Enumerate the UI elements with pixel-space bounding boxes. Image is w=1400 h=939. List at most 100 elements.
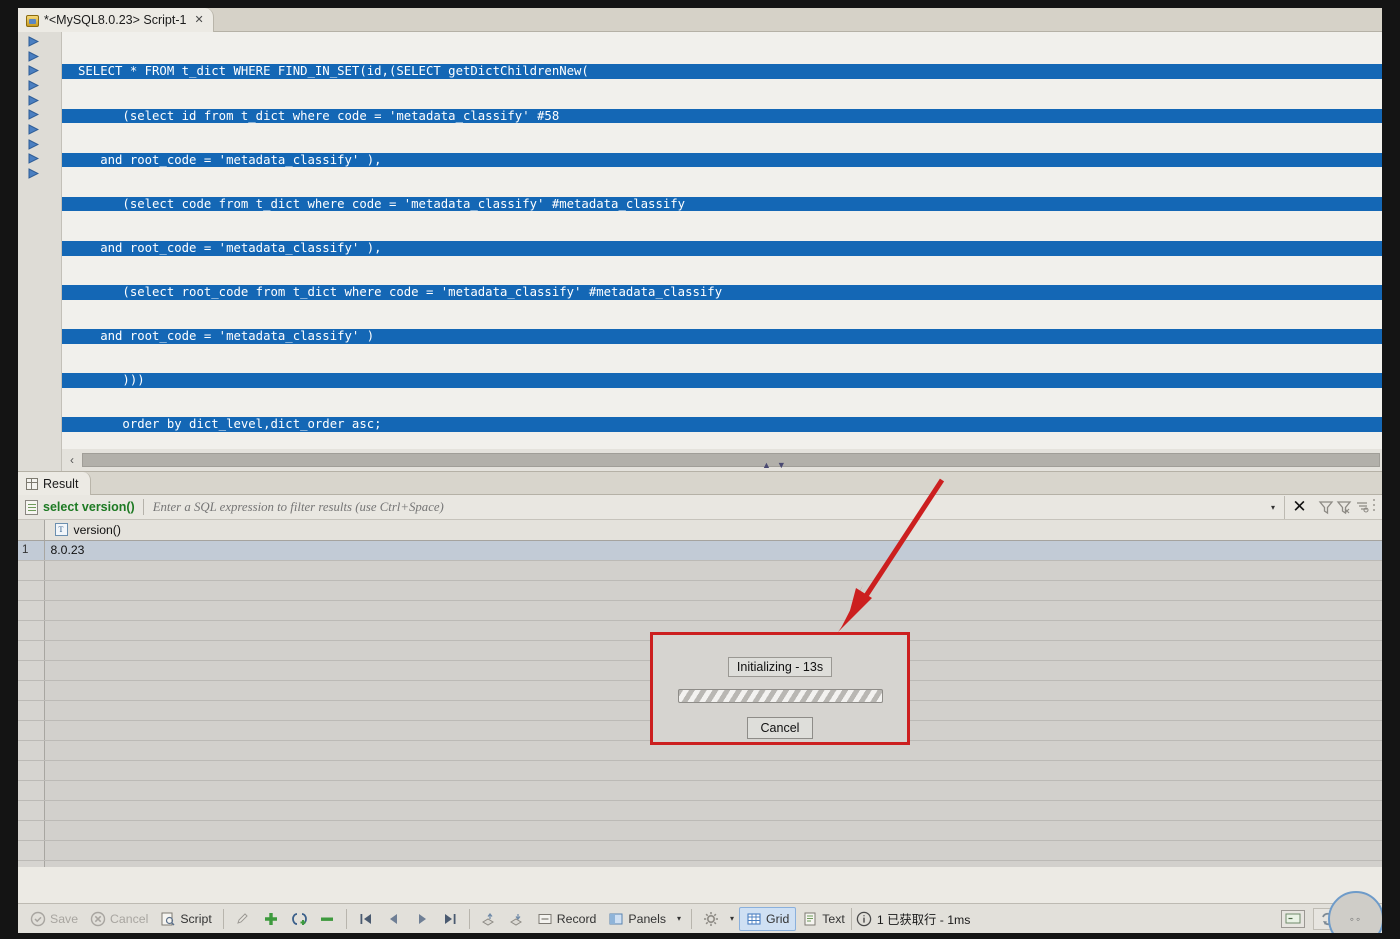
execute-statement-icon[interactable] [28,137,39,152]
dbeaver-window: *<MySQL8.0.23> Script-1 ✕ SELECT * FROM … [18,8,1382,933]
delete-row-icon [320,917,333,921]
tab-label: *<MySQL8.0.23> Script-1 [44,13,187,27]
next-page-icon [418,913,426,924]
delete-row-button[interactable] [313,907,341,931]
status-text: 1 已获取行 - 1ms [876,912,971,927]
first-page-button[interactable] [352,907,380,931]
cancel-button[interactable]: Cancel [84,907,154,931]
collapse-up-icon[interactable]: ▲ [762,460,771,470]
avatar[interactable]: ◦◦ [1328,891,1382,933]
close-icon[interactable]: ✕ [194,13,203,26]
record-panel-icon [538,913,552,924]
table-row-empty[interactable] [18,560,1382,581]
table-header-row: T version() [18,520,1382,541]
divider [222,908,224,929]
import-data-icon [481,912,494,926]
execute-statement-icon[interactable] [28,152,39,167]
more-vertical-icon[interactable] [1372,497,1376,518]
editor-horizontal-scrollbar[interactable]: ‹ [62,449,1382,471]
search-input[interactable] [143,498,1262,516]
table-row-empty[interactable] [18,600,1382,621]
table-row-empty[interactable] [18,800,1382,821]
selected-sql-line: ))) [62,373,1382,388]
previous-page-button[interactable] [380,907,408,931]
editor-collapse-controls[interactable]: ▲ ▼ [762,460,786,470]
result-filter-bar: select version() ▾ ✕ [18,495,1382,520]
collapse-down-icon[interactable]: ▼ [777,460,786,470]
info-icon [856,911,872,926]
save-label: Save [50,911,79,926]
value-panel-icon [1285,913,1301,924]
execute-statement-icon[interactable] [28,107,39,122]
chevron-down-icon[interactable]: ▾ [672,914,686,923]
cell-version[interactable]: 8.0.23 [44,540,1382,561]
export-data-button[interactable] [503,907,531,931]
save-button[interactable]: Save [24,907,84,931]
funnel-icon[interactable] [1318,499,1334,515]
table-row-empty[interactable] [18,860,1382,867]
value-panel-button[interactable] [1281,909,1306,928]
next-page-button[interactable] [408,907,436,931]
grid-view-label: Grid [766,911,790,926]
progress-status-label: Initializing - 13s [727,657,833,677]
scroll-left-icon[interactable]: ‹ [62,453,82,467]
active-query-label[interactable]: select version() [43,500,143,514]
export-data-icon [509,913,522,926]
selected-sql-line: SELECT * FROM t_dict WHERE FIND_IN_SET(i… [62,64,1382,80]
execute-statement-icon[interactable] [28,49,39,64]
panels-label: Panels [628,911,667,926]
execute-statement-icon[interactable] [28,34,39,49]
table-row-empty[interactable] [18,780,1382,801]
record-button[interactable]: Record [531,907,603,931]
save-check-icon [30,911,46,926]
add-row-button[interactable] [257,907,285,931]
selected-sql-line: (select root_code from t_dict where code… [62,284,1382,300]
table-row[interactable]: 1 8.0.23 [18,540,1382,561]
text-view-button[interactable]: Text [796,907,851,931]
sql-doc-icon [25,499,38,515]
chevron-down-icon[interactable]: ▾ [1262,496,1284,519]
tab-sql-script[interactable]: *<MySQL8.0.23> Script-1 ✕ [18,8,214,32]
edit-cell-button[interactable] [229,907,257,931]
tab-result[interactable]: Result [18,472,92,495]
filter-settings-icon[interactable] [1354,499,1370,515]
status-bar: 1 已获取行 - 1ms [850,907,971,930]
column-header-version[interactable]: T version() [44,520,1382,541]
result-toolbar: Save Cancel Script Record Panels ▾ ▾ Gri… [18,891,1382,933]
cancel-label: Cancel [110,911,149,926]
duplicate-row-button[interactable] [285,907,313,931]
grid-view-button[interactable]: Grid [739,906,797,931]
scrollbar-thumb[interactable] [82,453,1380,467]
panels-icon [609,913,623,924]
editor-tabbar: *<MySQL8.0.23> Script-1 ✕ [18,8,1382,32]
settings-button[interactable] [697,907,725,931]
import-data-button[interactable] [475,907,503,931]
row-number: 1 [18,540,45,561]
cancel-button[interactable]: Cancel [746,717,814,739]
last-page-button[interactable] [436,907,464,931]
sql-editor[interactable]: SELECT * FROM t_dict WHERE FIND_IN_SET(i… [18,32,1382,472]
execute-statement-icon[interactable] [28,166,39,181]
table-row-empty[interactable] [18,840,1382,861]
filter-icon-group [1314,497,1382,518]
table-row-empty[interactable] [18,820,1382,841]
selected-sql-line: and root_code = 'metadata_classify' ), [62,240,1382,256]
script-button[interactable]: Script [154,907,217,931]
cancel-x-icon [90,911,106,926]
execute-statement-icon[interactable] [28,63,39,78]
table-row-empty[interactable] [18,580,1382,601]
funnel-disabled-icon[interactable] [1336,499,1352,515]
chevron-down-icon[interactable]: ▾ [725,914,739,923]
screen-root: *<MySQL8.0.23> Script-1 ✕ SELECT * FROM … [0,0,1400,939]
editor-code-area[interactable]: SELECT * FROM t_dict WHERE FIND_IN_SET(i… [62,32,1382,449]
execute-statement-icon[interactable] [28,93,39,108]
table-row-empty[interactable] [18,760,1382,781]
close-icon[interactable]: ✕ [1284,495,1314,519]
column-header-label: version() [73,522,121,537]
execute-statement-icon[interactable] [28,122,39,137]
progress-dialog[interactable]: Initializing - 13s Cancel [653,635,907,742]
rownum-header [18,520,45,541]
first-page-icon [360,913,371,924]
panels-button[interactable]: Panels [602,907,672,931]
execute-statement-icon[interactable] [28,78,39,93]
